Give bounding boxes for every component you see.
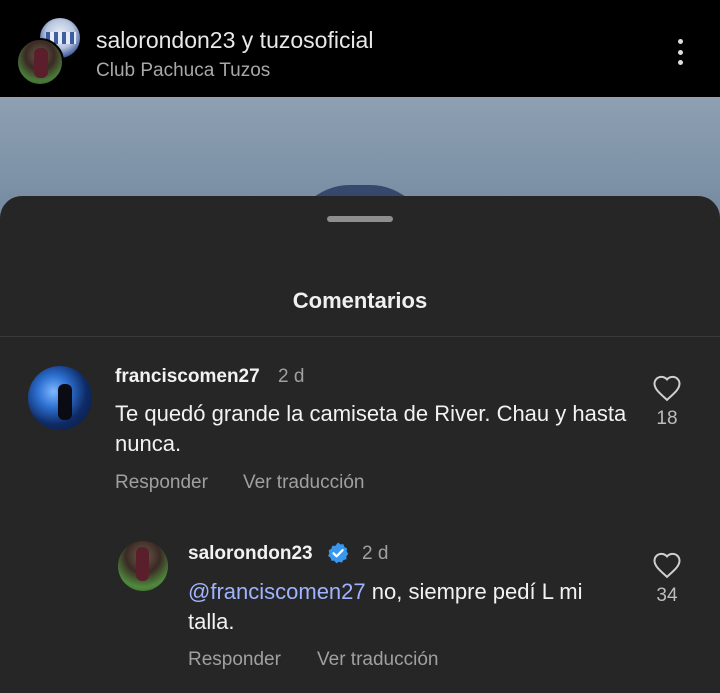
mention-link[interactable]: @franciscomen27 (188, 579, 366, 604)
more-options-icon[interactable] (668, 36, 692, 68)
heart-icon (653, 375, 681, 402)
post-location[interactable]: Club Pachuca Tuzos (96, 60, 270, 82)
heart-icon (653, 552, 681, 579)
comment-text: @franciscomen27 no, siempre pedí L mi ta… (188, 577, 628, 637)
comment-time: 2 d (278, 366, 305, 387)
translate-button[interactable]: Ver traducción (243, 472, 364, 494)
comment-time: 2 d (362, 543, 389, 564)
like-count: 18 (656, 408, 678, 429)
commenter-avatar[interactable] (28, 366, 92, 430)
like-count: 34 (656, 585, 678, 606)
translate-button[interactable]: Ver traducción (317, 649, 438, 671)
comment-username[interactable]: franciscomen27 (115, 366, 260, 388)
like-button[interactable]: 34 (647, 551, 687, 607)
reply-button[interactable]: Responder (115, 472, 208, 494)
collab-avatars[interactable] (16, 16, 86, 86)
post-header: salorondon23 y tuzosoficial Club Pachuca… (0, 0, 720, 97)
reply-button[interactable]: Responder (188, 649, 281, 671)
divider (0, 336, 720, 337)
like-button[interactable]: 18 (647, 374, 687, 430)
commenter-avatar[interactable] (118, 541, 168, 591)
post-authors[interactable]: salorondon23 y tuzosoficial (96, 27, 373, 54)
comment-text: Te quedó grande la camiseta de River. Ch… (115, 401, 627, 456)
comment-username[interactable]: salorondon23 (188, 543, 313, 565)
salorondon23-avatar (16, 38, 64, 86)
sheet-title: Comentarios (292, 288, 428, 313)
verified-badge-icon (328, 542, 349, 564)
drag-handle[interactable] (327, 216, 393, 222)
